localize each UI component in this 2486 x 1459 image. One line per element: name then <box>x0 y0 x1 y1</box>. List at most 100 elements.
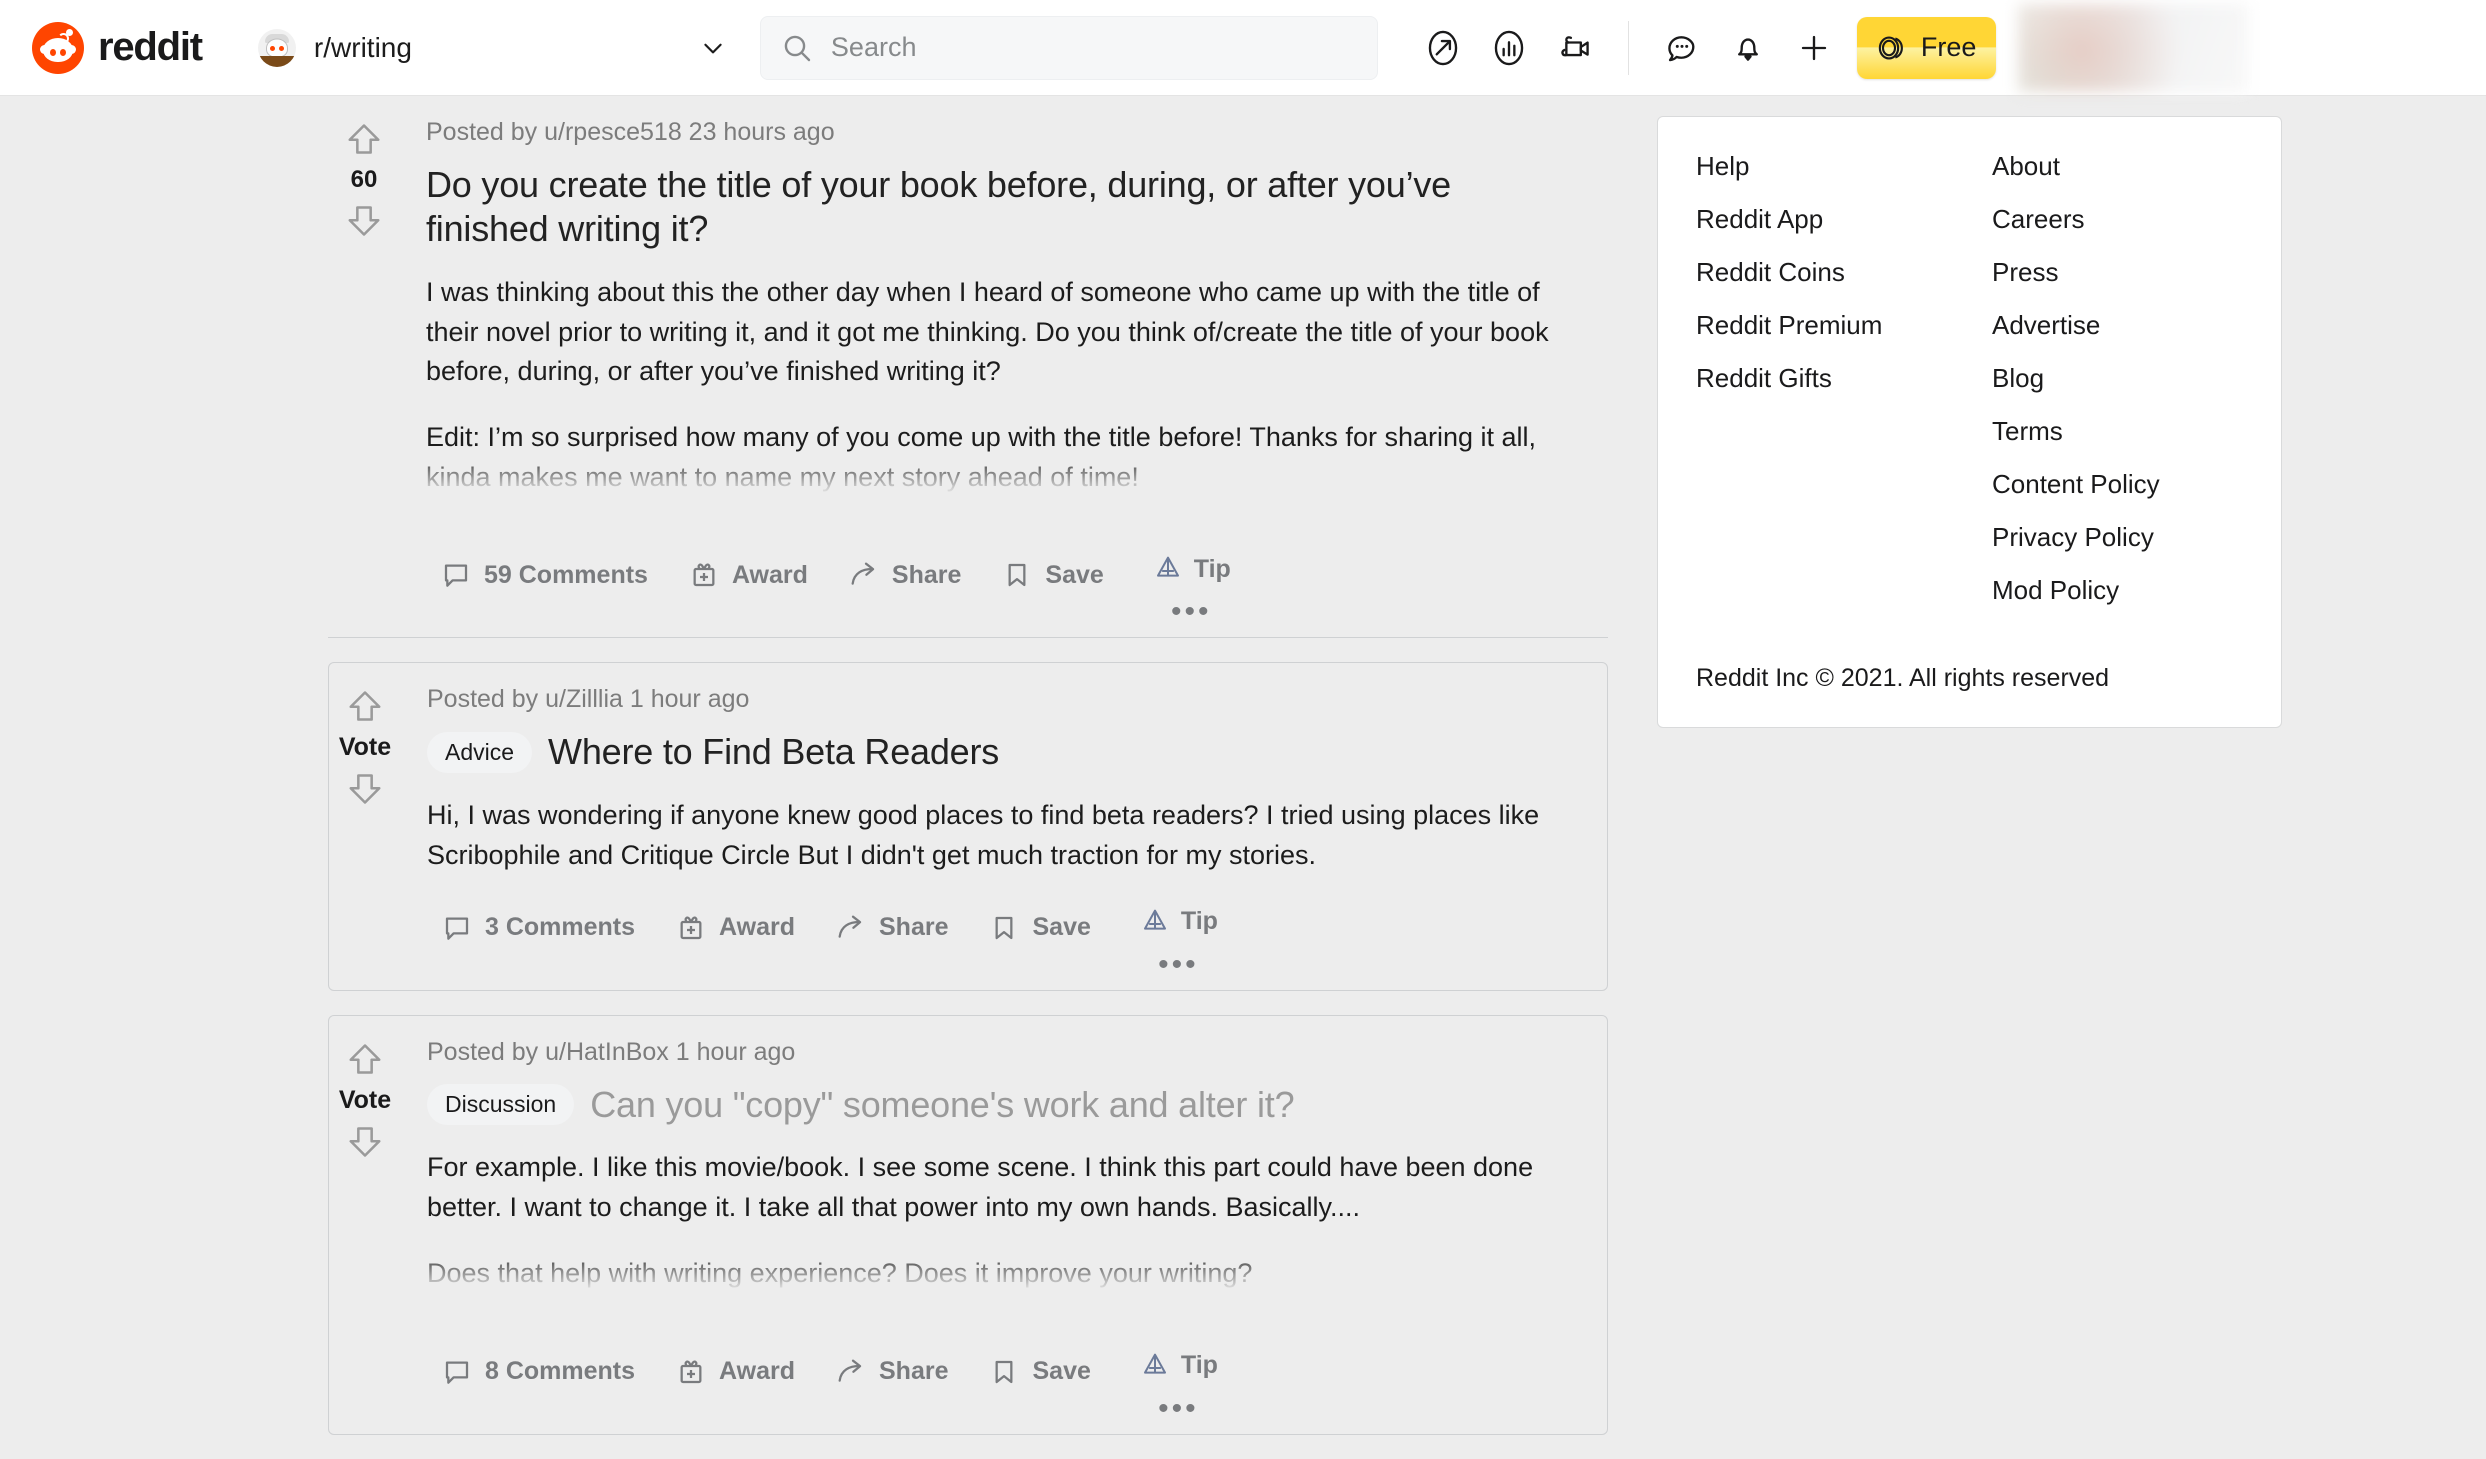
footer-link-content-policy[interactable]: Content Policy <box>1992 469 2160 500</box>
share-arrow-icon <box>838 915 862 938</box>
comments-button[interactable]: 8 Comments <box>427 1346 649 1398</box>
footer-link-press[interactable]: Press <box>1992 257 2160 288</box>
comment-bubble-icon <box>444 564 468 588</box>
popular-icon[interactable] <box>1416 21 1470 75</box>
post-flair[interactable]: Discussion <box>427 1083 575 1125</box>
footer-links-panel: Help Reddit App Reddit Coins Reddit Prem… <box>1657 116 2282 728</box>
reddit-home-logo[interactable]: reddit <box>32 21 203 74</box>
upvote-arrow-icon[interactable] <box>346 1040 384 1078</box>
post-title-row: Do you create the title of your book bef… <box>426 163 1574 251</box>
post-paragraph: Does that help with writing experience? … <box>427 1257 1253 1288</box>
post-card[interactable]: Vote Posted by u/HatInBox 1 hour ago Dis… <box>328 1014 1608 1435</box>
footer-link-reddit-gifts[interactable]: Reddit Gifts <box>1696 363 1992 394</box>
save-button[interactable]: Save <box>974 1346 1104 1398</box>
post-title-row: Advice Where to Find Beta Readers <box>427 730 1573 774</box>
save-label: Save <box>1032 913 1091 942</box>
post-meta: Posted by u/Zilllia 1 hour ago <box>427 685 750 714</box>
post-body: Posted by u/rpesce518 23 hours ago Do yo… <box>400 96 1608 637</box>
post-paragraph: Hi, I was wondering if anyone knew good … <box>427 800 1540 870</box>
award-label: Award <box>719 1357 795 1385</box>
comment-bubble-icon <box>445 917 469 940</box>
post-feed: 60 Posted by u/rpesce518 23 hours ago Do… <box>328 96 1608 1459</box>
trending-chart-icon[interactable] <box>1482 21 1536 75</box>
post-text: I was thinking about this the other day … <box>426 273 1574 498</box>
share-arrow-icon <box>838 1359 862 1382</box>
footer-link-advertise[interactable]: Advertise <box>1992 310 2160 341</box>
comments-label: 3 Comments <box>485 913 636 942</box>
free-coins-button[interactable]: Free <box>1856 16 1997 79</box>
footer-link-blog[interactable]: Blog <box>1992 363 2160 394</box>
award-button[interactable]: Award <box>674 549 822 601</box>
gift-award-icon <box>680 916 702 939</box>
share-button[interactable]: Share <box>834 549 975 601</box>
post-card[interactable]: 60 Posted by u/rpesce518 23 hours ago Do… <box>328 96 1608 639</box>
post-title[interactable]: Do you create the title of your book bef… <box>426 163 1574 251</box>
save-button[interactable]: Save <box>974 902 1104 954</box>
footer-link-privacy-policy[interactable]: Privacy Policy <box>1992 522 2160 553</box>
footer-link-reddit-coins[interactable]: Reddit Coins <box>1696 257 1992 288</box>
top-navigation-bar: reddit r/writing Search Free <box>0 0 2486 96</box>
more-options-button[interactable]: ••• <box>1158 1393 1199 1423</box>
share-button[interactable]: Share <box>821 902 962 954</box>
chevron-down-icon <box>704 43 722 53</box>
coin-icon <box>1878 35 1903 60</box>
comments-button[interactable]: 3 Comments <box>427 902 649 954</box>
post-title[interactable]: Where to Find Beta Readers <box>548 730 999 774</box>
footer-link-terms[interactable]: Terms <box>1992 416 2160 447</box>
save-button[interactable]: Save <box>987 549 1117 601</box>
footer-link-about[interactable]: About <box>1992 151 2160 182</box>
search-input[interactable]: Search <box>759 15 1378 80</box>
chat-icon[interactable] <box>1655 21 1709 75</box>
footer-link-reddit-premium[interactable]: Reddit Premium <box>1696 310 1992 341</box>
tip-button[interactable]: Tip <box>1142 549 1241 589</box>
tip-button[interactable]: Tip <box>1129 902 1228 942</box>
post-body: Posted by u/HatInBox 1 hour ago Discussi… <box>401 1016 1607 1434</box>
share-label: Share <box>891 560 962 589</box>
save-label: Save <box>1045 560 1104 589</box>
subreddit-selector[interactable]: r/writing <box>242 16 742 80</box>
copyright-text: Reddit Inc © 2021. All rights reserved <box>1696 664 2110 692</box>
tip-and-more-group: Tip ••• <box>1129 1346 1228 1423</box>
downvote-arrow-icon[interactable] <box>345 202 383 240</box>
comments-button[interactable]: 59 Comments <box>426 549 662 601</box>
upvote-arrow-icon[interactable] <box>346 687 384 725</box>
footer-link-careers[interactable]: Careers <box>1992 204 2160 235</box>
footer-link-reddit-app[interactable]: Reddit App <box>1696 204 1992 235</box>
award-label: Award <box>719 913 795 942</box>
create-post-plus-icon[interactable] <box>1787 21 1841 75</box>
post-paragraph: For example. I like this movie/book. I s… <box>427 1152 1534 1223</box>
footer-link-help[interactable]: Help <box>1696 151 1992 182</box>
award-button[interactable]: Award <box>661 902 809 954</box>
video-icon[interactable] <box>1548 21 1602 75</box>
user-account-avatar[interactable] <box>2018 3 2249 92</box>
gift-award-icon <box>693 563 715 587</box>
post-card[interactable]: Vote Posted by u/Zilllia 1 hour ago Advi… <box>328 662 1608 991</box>
search-icon <box>784 35 811 61</box>
more-options-button[interactable]: ••• <box>1158 949 1199 979</box>
share-button[interactable]: Share <box>821 1346 962 1398</box>
bookmark-save-icon <box>996 916 1013 939</box>
post-meta: Posted by u/HatInBox 1 hour ago <box>427 1037 796 1066</box>
subreddit-name: r/writing <box>313 31 412 63</box>
gift-award-icon <box>680 1360 702 1383</box>
post-title[interactable]: Can you "copy" someone's work and alter … <box>590 1083 1294 1127</box>
more-options-button[interactable]: ••• <box>1171 597 1212 627</box>
downvote-arrow-icon[interactable] <box>346 770 384 808</box>
notifications-bell-icon[interactable] <box>1721 21 1775 75</box>
footer-link-mod-policy[interactable]: Mod Policy <box>1992 575 2160 606</box>
award-button[interactable]: Award <box>661 1346 809 1398</box>
post-flair[interactable]: Advice <box>427 731 533 773</box>
tip-label: Tip <box>1193 554 1231 583</box>
downvote-arrow-icon[interactable] <box>346 1123 384 1161</box>
vote-column: Vote <box>329 663 401 989</box>
share-arrow-icon <box>851 562 875 586</box>
ethereum-tip-icon <box>1156 556 1179 577</box>
vote-score: Vote <box>338 733 392 762</box>
award-label: Award <box>731 560 808 589</box>
share-label: Share <box>879 913 949 942</box>
share-label: Share <box>879 1357 949 1385</box>
upvote-arrow-icon[interactable] <box>345 120 383 158</box>
bookmark-save-icon <box>1008 564 1026 587</box>
post-action-bar: 59 Comments Award Share Save Tip ••• <box>426 523 1574 637</box>
tip-button[interactable]: Tip <box>1129 1346 1228 1386</box>
